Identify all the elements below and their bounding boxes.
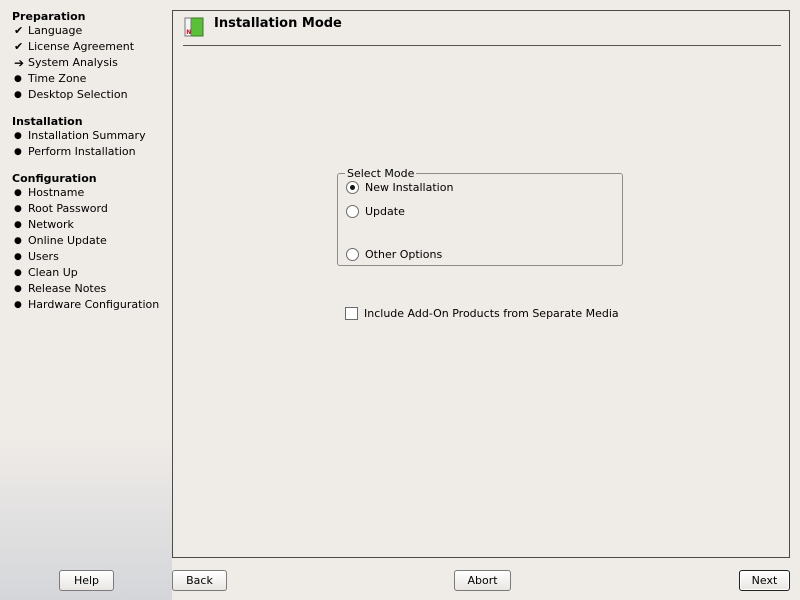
radio-other-options[interactable]: Other Options <box>346 247 442 263</box>
step-language: ✔ Language <box>14 24 82 38</box>
radio-unchecked-icon[interactable] <box>346 247 359 261</box>
bullet-icon: ● <box>14 204 22 214</box>
checkbox-unchecked-icon[interactable] <box>345 306 358 320</box>
help-button[interactable]: Help <box>59 570 114 591</box>
check-icon: ✔ <box>14 40 24 53</box>
step-label: Clean Up <box>28 266 78 279</box>
main-panel: N Installation Mode Select Mode New Inst… <box>172 10 790 558</box>
abort-button[interactable]: Abort <box>454 570 511 591</box>
step-label: License Agreement <box>28 40 135 53</box>
step-label: Network <box>28 218 74 231</box>
step-label: System Analysis <box>28 56 118 69</box>
title-divider <box>183 45 781 46</box>
radio-label[interactable]: Update <box>365 205 405 218</box>
bullet-icon: ● <box>14 90 22 100</box>
step-label: Desktop Selection <box>28 88 128 101</box>
radio-update[interactable]: Update <box>346 204 405 220</box>
bullet-icon: ● <box>14 284 22 294</box>
section-title-configuration: Configuration <box>12 172 97 185</box>
include-addon-checkbox[interactable]: Include Add-On Products from Separate Me… <box>345 306 619 322</box>
step-clean-up: ● Clean Up <box>14 266 78 280</box>
back-button[interactable]: Back <box>172 570 227 591</box>
step-label: Hostname <box>28 186 85 199</box>
bullet-icon: ● <box>14 268 22 278</box>
section-title-preparation: Preparation <box>12 10 86 23</box>
page-title: Installation Mode <box>214 16 342 31</box>
bullet-icon: ● <box>14 236 22 246</box>
step-label: Perform Installation <box>28 145 136 158</box>
bullet-icon: ● <box>14 74 22 84</box>
bullet-icon: ● <box>14 300 22 310</box>
svg-text:N: N <box>186 29 191 36</box>
step-label: Language <box>28 24 83 37</box>
radio-checked-icon[interactable] <box>346 180 359 194</box>
check-icon: ✔ <box>14 24 24 37</box>
bullet-icon: ● <box>14 188 22 198</box>
step-network: ● Network <box>14 218 74 232</box>
step-system-analysis: ➔ System Analysis <box>14 56 118 70</box>
step-hardware-configuration: ● Hardware Configuration <box>14 298 159 312</box>
arrow-right-icon: ➔ <box>14 56 25 70</box>
step-label: Installation Summary <box>28 129 146 142</box>
suse-installer-icon: N <box>183 16 205 38</box>
select-mode-legend: Select Mode <box>345 167 417 180</box>
bullet-icon: ● <box>14 252 22 262</box>
step-label: Online Update <box>28 234 107 247</box>
step-label: Root Password <box>28 202 108 215</box>
bullet-icon: ● <box>14 147 22 157</box>
step-users: ● Users <box>14 250 59 264</box>
select-mode-group: Select Mode New Installation Update Othe… <box>337 167 623 266</box>
step-label: Time Zone <box>28 72 87 85</box>
radio-new-installation[interactable]: New Installation <box>346 180 453 196</box>
step-label: Release Notes <box>28 282 107 295</box>
step-license-agreement: ✔ License Agreement <box>14 40 134 54</box>
step-installation-summary: ● Installation Summary <box>14 129 146 143</box>
step-desktop-selection: ● Desktop Selection <box>14 88 128 102</box>
step-label: Users <box>28 250 59 263</box>
step-label: Hardware Configuration <box>28 298 160 311</box>
radio-label[interactable]: New Installation <box>365 181 453 194</box>
radio-unchecked-icon[interactable] <box>346 204 359 218</box>
next-button[interactable]: Next <box>739 570 790 591</box>
section-title-installation: Installation <box>12 115 83 128</box>
sidebar-steps: Preparation ✔ Language ✔ License Agreement… <box>0 0 172 600</box>
step-release-notes: ● Release Notes <box>14 282 106 296</box>
checkbox-label[interactable]: Include Add-On Products from Separate Me… <box>364 307 619 320</box>
radio-label[interactable]: Other Options <box>365 248 442 261</box>
bullet-icon: ● <box>14 220 22 230</box>
step-perform-installation: ● Perform Installation <box>14 145 136 159</box>
step-online-update: ● Online Update <box>14 234 107 248</box>
bullet-icon: ● <box>14 131 22 141</box>
step-hostname: ● Hostname <box>14 186 84 200</box>
step-root-password: ● Root Password <box>14 202 108 216</box>
step-time-zone: ● Time Zone <box>14 72 86 86</box>
